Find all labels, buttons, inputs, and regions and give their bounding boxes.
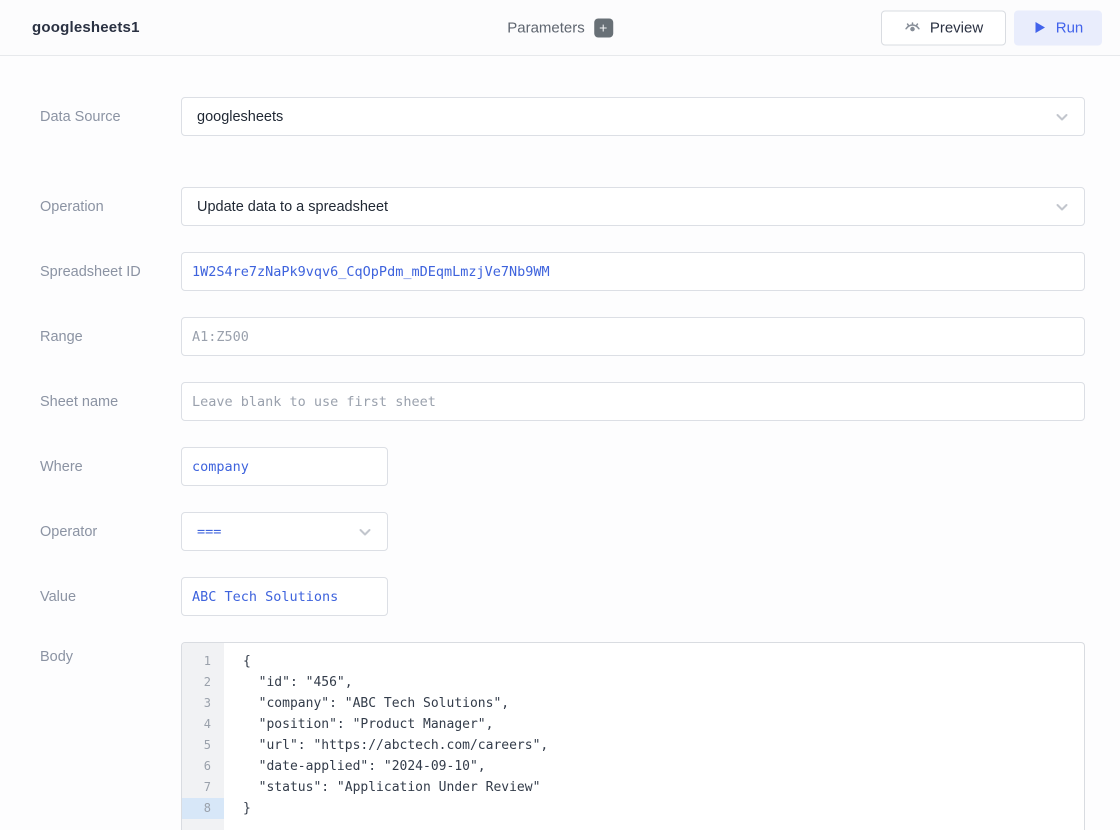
plus-icon: + [599,18,607,37]
data-source-label: Data Source [40,109,181,125]
value-label: Value [40,589,181,605]
data-source-select[interactable]: googlesheets [181,97,1085,136]
line-number: 8 [182,798,224,819]
code-line[interactable]: } [243,798,1084,819]
body-editor-gutter: 12345678 [182,643,224,830]
chevron-down-icon [1054,199,1070,215]
parameters-label: Parameters [507,19,585,36]
value-row: Value [40,577,1120,616]
play-icon [1033,21,1047,35]
header-actions: Preview Run [881,10,1102,45]
range-label: Range [40,329,181,345]
value-input[interactable] [181,577,388,616]
spreadsheet-id-row: Spreadsheet ID [40,252,1120,291]
preview-button-label: Preview [930,19,983,36]
run-button[interactable]: Run [1014,10,1102,45]
query-form: Data Source googlesheets Operation Updat… [0,56,1120,830]
where-label: Where [40,459,181,475]
spreadsheet-id-input[interactable] [181,252,1085,291]
operator-select[interactable]: === [181,512,388,551]
code-line[interactable]: "position": "Product Manager", [243,714,1084,735]
body-row: Body 12345678 { "id": "456", "company": … [40,642,1120,830]
operation-row: Operation Update data to a spreadsheet [40,187,1120,226]
where-input[interactable] [181,447,388,486]
body-editor-code[interactable]: { "id": "456", "company": "ABC Tech Solu… [224,643,1084,830]
data-source-row: Data Source googlesheets [40,97,1120,136]
code-line[interactable]: "id": "456", [243,672,1084,693]
line-number: 5 [182,735,224,756]
operator-label: Operator [40,524,181,540]
operator-value: === [197,524,357,540]
sheet-name-label: Sheet name [40,394,181,410]
parameters-section: Parameters + [507,18,613,37]
chevron-down-icon [1054,109,1070,125]
spreadsheet-id-label: Spreadsheet ID [40,264,181,280]
line-number: 1 [182,651,224,672]
operation-label: Operation [40,199,181,215]
operator-row: Operator === [40,512,1120,551]
code-line[interactable]: { [243,651,1084,672]
operation-select[interactable]: Update data to a spreadsheet [181,187,1085,226]
data-source-value: googlesheets [197,109,1054,125]
line-number: 2 [182,672,224,693]
chevron-down-icon [357,524,373,540]
body-label: Body [40,642,181,665]
query-header: googlesheets1 Parameters + Preview [0,0,1120,56]
run-button-label: Run [1056,19,1084,36]
line-number: 3 [182,693,224,714]
line-number: 4 [182,714,224,735]
code-line[interactable]: "company": "ABC Tech Solutions", [243,693,1084,714]
add-parameter-button[interactable]: + [594,18,613,37]
sheet-name-input[interactable] [181,382,1085,421]
query-title: googlesheets1 [32,19,140,36]
range-row: Range [40,317,1120,356]
code-line[interactable]: "status": "Application Under Review" [243,777,1084,798]
range-input[interactable] [181,317,1085,356]
where-row: Where [40,447,1120,486]
eye-icon [904,19,921,36]
body-code-editor[interactable]: 12345678 { "id": "456", "company": "ABC … [181,642,1085,830]
line-number: 6 [182,756,224,777]
operation-value: Update data to a spreadsheet [197,199,1054,215]
code-line[interactable]: "url": "https://abctech.com/careers", [243,735,1084,756]
line-number: 7 [182,777,224,798]
code-line[interactable]: "date-applied": "2024-09-10", [243,756,1084,777]
sheet-name-row: Sheet name [40,382,1120,421]
preview-button[interactable]: Preview [881,10,1006,45]
